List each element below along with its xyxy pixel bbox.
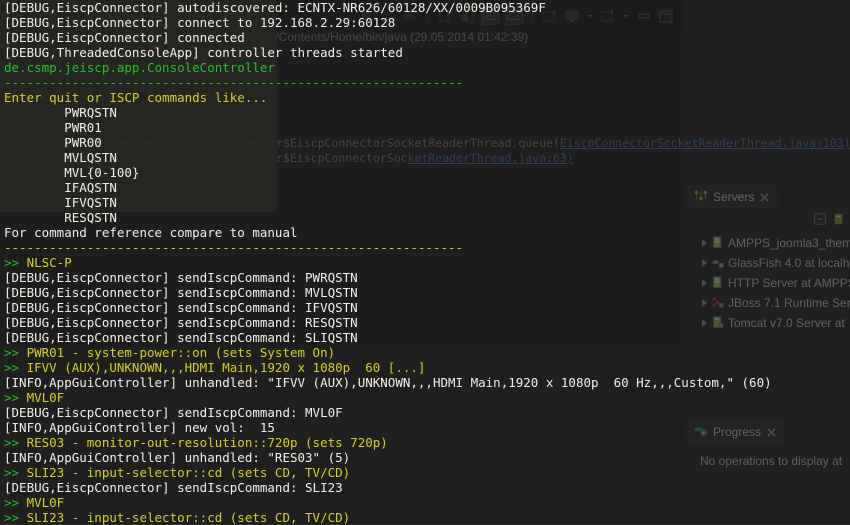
terminal-line-text: PWR01 - system-power::on (sets System On… (26, 345, 336, 360)
terminal-line: MVLQSTN (4, 150, 117, 165)
terminal-line: RESQSTN (4, 210, 117, 225)
terminal-prompt: >> (4, 390, 27, 405)
terminal-line: >> MVL0F (0, 495, 850, 510)
terminal-line: [INFO,AppGuiController] unhandled: "IFVV… (4, 375, 772, 390)
terminal-line: >> PWR01 - system-power::on (sets System… (0, 345, 850, 360)
terminal-line: Enter quit or ISCP commands like... (4, 90, 268, 105)
terminal-output[interactable]: [DEBUG,EiscpConnector] autodiscovered: E… (0, 0, 850, 525)
terminal-prompt: >> (4, 345, 27, 360)
terminal-line-text: MVL0F (26, 390, 65, 405)
terminal-line: [DEBUG,EiscpConnector] sendIscpCommand: … (4, 405, 343, 420)
terminal-line: [DEBUG,EiscpConnector] connect to 192.16… (4, 15, 396, 30)
terminal-line: [DEBUG,EiscpConnector] connected (4, 30, 245, 45)
terminal-line: [DEBUG,EiscpConnector] sendIscpCommand: … (4, 480, 343, 495)
terminal-line: [DEBUG,EiscpConnector] sendIscpCommand: … (4, 315, 358, 330)
terminal-line-text: SLI23 - input-selector::cd (sets CD, TV/… (26, 510, 351, 525)
terminal-line: [DEBUG,EiscpConnector] sendIscpCommand: … (4, 285, 358, 300)
terminal-line: PWR00 (4, 135, 102, 150)
terminal-prompt: >> (4, 510, 27, 525)
terminal-line: [DEBUG,EiscpConnector] sendIscpCommand: … (4, 330, 358, 345)
terminal-line: [DEBUG,ThreadedConsoleApp] controller th… (4, 45, 403, 60)
terminal-line-text: RES03 - monitor-out-resolution::720p (se… (26, 435, 388, 450)
terminal-line: [DEBUG,EiscpConnector] sendIscpCommand: … (4, 270, 358, 285)
terminal-line: [INFO,AppGuiController] new vol: 15 (4, 420, 275, 435)
terminal-line: PWRQSTN (4, 105, 117, 120)
terminal-line: >> SLI23 - input-selector::cd (sets CD, … (0, 465, 850, 480)
terminal-line: IFVQSTN (4, 195, 117, 210)
terminal-line: For command reference compare to manual (4, 225, 298, 240)
terminal-line: >> SLI23 - input-selector::cd (sets CD, … (0, 510, 850, 525)
terminal-line: IFAQSTN (4, 180, 117, 195)
terminal-line-text: NLSC-P (26, 255, 72, 270)
terminal-line: de.csmp.jeiscp.app.ConsoleController (4, 60, 275, 75)
terminal-prompt: >> (4, 435, 27, 450)
terminal-line: MVL{0-100} (4, 165, 140, 180)
terminal-line-text: MVL0F (26, 495, 65, 510)
terminal-line: >> RES03 - monitor-out-resolution::720p … (0, 435, 850, 450)
terminal-prompt: >> (4, 360, 27, 375)
terminal-prompt: >> (4, 495, 27, 510)
terminal-line: ----------------------------------------… (4, 75, 464, 90)
terminal-line-text: SLI23 - input-selector::cd (sets CD, TV/… (26, 465, 351, 480)
terminal-prompt: >> (4, 465, 27, 480)
terminal-line-text: IFVV (AUX),UNKNOWN,,,HDMI Main,1920 x 10… (26, 360, 426, 375)
terminal-line: [INFO,AppGuiController] unhandled: "RES0… (4, 450, 351, 465)
terminal-line: >> MVL0F (0, 390, 850, 405)
terminal-prompt: >> (4, 255, 27, 270)
terminal-line: ----------------------------------------… (4, 240, 464, 255)
terminal-line: [DEBUG,EiscpConnector] autodiscovered: E… (4, 0, 546, 15)
terminal-line: PWR01 (4, 120, 102, 135)
terminal-line: >> IFVV (AUX),UNKNOWN,,,HDMI Main,1920 x… (0, 360, 850, 375)
terminal-line: >> NLSC-P (0, 255, 850, 270)
terminal-line: [DEBUG,EiscpConnector] sendIscpCommand: … (4, 300, 358, 315)
